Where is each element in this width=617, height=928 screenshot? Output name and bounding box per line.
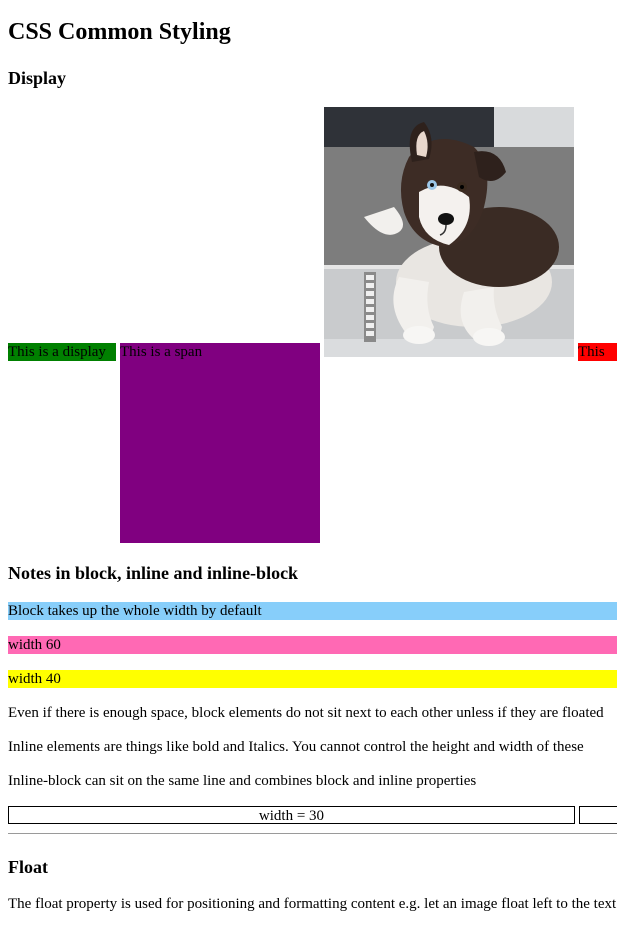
paragraph-block-floated: Even if there is enough space, block ele… (8, 705, 604, 721)
float-heading: Float (8, 857, 48, 877)
purple-span-box: This is a span (120, 343, 320, 543)
paragraph-float: The float property is used for positioni… (8, 896, 617, 912)
section-divider (8, 833, 617, 834)
width-30-label: width = 30 (258, 808, 325, 824)
green-display-text: This is a display (8, 344, 106, 360)
paragraph-inline-elements: Inline elements are things like bold and… (8, 739, 584, 755)
block-full-width-box: Block takes up the whole width by defaul… (8, 602, 617, 620)
width-30-box: width = 30 (8, 806, 575, 824)
red-display-text: This is (578, 344, 605, 360)
purple-span-text: This is a span (120, 344, 203, 360)
width-60-box: width 60 (8, 636, 617, 654)
page: CSS Common Styling Display This is a dis… (0, 0, 617, 928)
page-title: CSS Common Styling (8, 19, 231, 45)
width-40-text: width 40 (8, 671, 61, 687)
width-60-text: width 60 (8, 637, 61, 653)
green-display-box: This is a display (8, 343, 116, 361)
block-full-width-text: Block takes up the whole width by defaul… (8, 603, 262, 619)
display-heading: Display (8, 68, 67, 88)
notes-heading: Notes in block, inline and inline-block (8, 563, 299, 583)
puppy-image (324, 107, 574, 357)
width-30-box-second (579, 806, 617, 824)
red-display-box: This is (578, 343, 617, 361)
width-40-box: width 40 (8, 670, 617, 688)
paragraph-inline-block: Inline-block can sit on the same line an… (8, 773, 477, 789)
